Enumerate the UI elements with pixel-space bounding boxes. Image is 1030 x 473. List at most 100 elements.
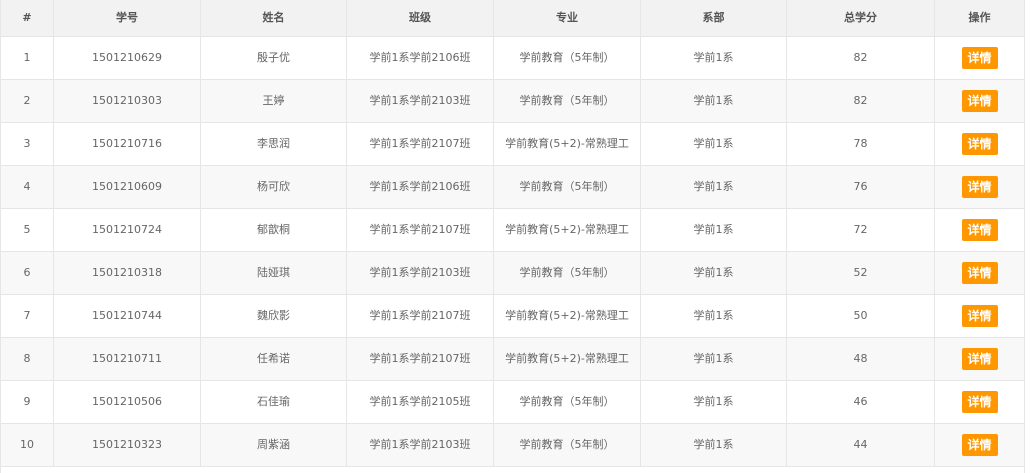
- table-row: 9 1501210506 石佳瑜 学前1系学前2105班 学前教育（5年制） 学前1系 46…: [1, 381, 1024, 424]
- cell-index: 4: [1, 166, 54, 208]
- cell-student-id: 1501210744: [54, 295, 201, 337]
- details-button[interactable]: 详情: [961, 176, 998, 198]
- cell-total-credits: 50: [787, 295, 935, 337]
- cell-action: 详情: [935, 209, 1024, 251]
- cell-student-id: 1501210716: [54, 123, 201, 165]
- cell-total-credits: 72: [787, 209, 935, 251]
- cell-class: 学前1系学前2107班: [347, 123, 494, 165]
- cell-major: 学前教育（5年制）: [494, 381, 641, 423]
- details-button[interactable]: 详情: [961, 47, 998, 69]
- table-row: 7 1501210744 魏欣影 学前1系学前2107班 学前教育(5+2)-常熟理工学…: [1, 295, 1024, 338]
- cell-department: 学前1系: [641, 123, 787, 165]
- cell-action: 详情: [935, 80, 1024, 122]
- cell-major: 学前教育（5年制）: [494, 80, 641, 122]
- cell-major: 学前教育（5年制）: [494, 166, 641, 208]
- details-button[interactable]: 详情: [961, 219, 998, 241]
- cell-index: 6: [1, 252, 54, 294]
- cell-class: 学前1系学前2107班: [347, 338, 494, 380]
- cell-department: 学前1系: [641, 37, 787, 79]
- cell-name: 杨可欣: [201, 166, 347, 208]
- cell-index: 2: [1, 80, 54, 122]
- cell-name: 魏欣影: [201, 295, 347, 337]
- cell-student-id: 1501210629: [54, 37, 201, 79]
- details-button[interactable]: 详情: [961, 90, 998, 112]
- cell-department: 学前1系: [641, 338, 787, 380]
- col-header-major[interactable]: 专业: [494, 0, 641, 36]
- cell-department: 学前1系: [641, 295, 787, 337]
- cell-department: 学前1系: [641, 424, 787, 466]
- table-row: 2 1501210303 王婷 学前1系学前2103班 学前教育（5年制） 学前1系 82 详…: [1, 80, 1024, 123]
- col-header-class[interactable]: 班级: [347, 0, 494, 36]
- table-header: # 学号 姓名 班级 专业 系部 总学分 操作: [1, 0, 1024, 37]
- cell-major: 学前教育(5+2)-常熟理工: [494, 295, 641, 337]
- cell-action: 详情: [935, 123, 1024, 165]
- cell-student-id: 1501210506: [54, 381, 201, 423]
- cell-action: 详情: [935, 37, 1024, 79]
- cell-index: 3: [1, 123, 54, 165]
- details-button[interactable]: 详情: [961, 391, 998, 413]
- details-button[interactable]: 详情: [961, 133, 998, 155]
- cell-total-credits: 48: [787, 338, 935, 380]
- cell-class: 学前1系学前2106班: [347, 37, 494, 79]
- cell-index: 9: [1, 381, 54, 423]
- table-row: 1 1501210629 殷子优 学前1系学前2106班 学前教育（5年制） 学前1系 82…: [1, 37, 1024, 80]
- cell-department: 学前1系: [641, 252, 787, 294]
- cell-student-id: 1501210323: [54, 424, 201, 466]
- cell-total-credits: 52: [787, 252, 935, 294]
- cell-name: 周紫涵: [201, 424, 347, 466]
- cell-total-credits: 82: [787, 37, 935, 79]
- col-header-student-id[interactable]: 学号: [54, 0, 201, 36]
- cell-action: 详情: [935, 338, 1024, 380]
- student-credits-table: # 学号 姓名 班级 专业 系部 总学分 操作 1 1501210629 殷子优 学前…: [0, 0, 1025, 473]
- table-row: 3 1501210716 李思润 学前1系学前2107班 学前教育(5+2)-常熟理工学…: [1, 123, 1024, 166]
- cell-action: 详情: [935, 295, 1024, 337]
- col-header-total-credits[interactable]: 总学分: [787, 0, 935, 36]
- cell-class: 学前1系学前2103班: [347, 252, 494, 294]
- cell-name: 王婷: [201, 80, 347, 122]
- cell-department: 学前1系: [641, 80, 787, 122]
- cell-student-id: 1501210711: [54, 338, 201, 380]
- table-row: 5 1501210724 郁歆桐 学前1系学前2107班 学前教育(5+2)-常熟理工学…: [1, 209, 1024, 252]
- col-header-department[interactable]: 系部: [641, 0, 787, 36]
- col-header-action: 操作: [968, 11, 991, 24]
- details-button[interactable]: 详情: [961, 262, 998, 284]
- cell-action: 详情: [935, 381, 1024, 423]
- col-header-index[interactable]: #: [1, 0, 54, 36]
- cell-class: 学前1系学前2105班: [347, 381, 494, 423]
- cell-name: 李思润: [201, 123, 347, 165]
- cell-total-credits: 46: [787, 381, 935, 423]
- cell-name: 陆娅琪: [201, 252, 347, 294]
- cell-student-id: 1501210318: [54, 252, 201, 294]
- cell-index: 8: [1, 338, 54, 380]
- col-header-name[interactable]: 姓名: [201, 0, 347, 36]
- cell-major: 学前教育（5年制）: [494, 252, 641, 294]
- cell-class: 学前1系学前2103班: [347, 424, 494, 466]
- cell-student-id: 1501210609: [54, 166, 201, 208]
- cell-department: 学前1系: [641, 381, 787, 423]
- cell-action: 详情: [935, 166, 1024, 208]
- cell-name: 郁歆桐: [201, 209, 347, 251]
- cell-action: 详情: [935, 424, 1024, 466]
- details-button[interactable]: 详情: [961, 348, 998, 370]
- cell-department: 学前1系: [641, 166, 787, 208]
- cell-major: 学前教育(5+2)-常熟理工: [494, 123, 641, 165]
- table-body: 1 1501210629 殷子优 学前1系学前2106班 学前教育（5年制） 学前1系 82…: [1, 37, 1024, 467]
- table-row: 4 1501210609 杨可欣 学前1系学前2106班 学前教育（5年制） 学前1系 76…: [1, 166, 1024, 209]
- details-button[interactable]: 详情: [961, 434, 998, 456]
- cell-department: 学前1系: [641, 209, 787, 251]
- cell-class: 学前1系学前2106班: [347, 166, 494, 208]
- cell-index: 1: [1, 37, 54, 79]
- cell-name: 石佳瑜: [201, 381, 347, 423]
- details-button[interactable]: 详情: [961, 305, 998, 327]
- cell-class: 学前1系学前2103班: [347, 80, 494, 122]
- cell-total-credits: 82: [787, 80, 935, 122]
- cell-major: 学前教育(5+2)-常熟理工: [494, 209, 641, 251]
- cell-student-id: 1501210303: [54, 80, 201, 122]
- cell-class: 学前1系学前2107班: [347, 209, 494, 251]
- cell-index: 5: [1, 209, 54, 251]
- table-row: 6 1501210318 陆娅琪 学前1系学前2103班 学前教育（5年制） 学前1系 52…: [1, 252, 1024, 295]
- cell-major: 学前教育（5年制）: [494, 424, 641, 466]
- cell-action: 详情: [935, 252, 1024, 294]
- table-row: 10 1501210323 周紫涵 学前1系学前2103班 学前教育（5年制） 学前1系 4…: [1, 424, 1024, 467]
- cell-major: 学前教育（5年制）: [494, 37, 641, 79]
